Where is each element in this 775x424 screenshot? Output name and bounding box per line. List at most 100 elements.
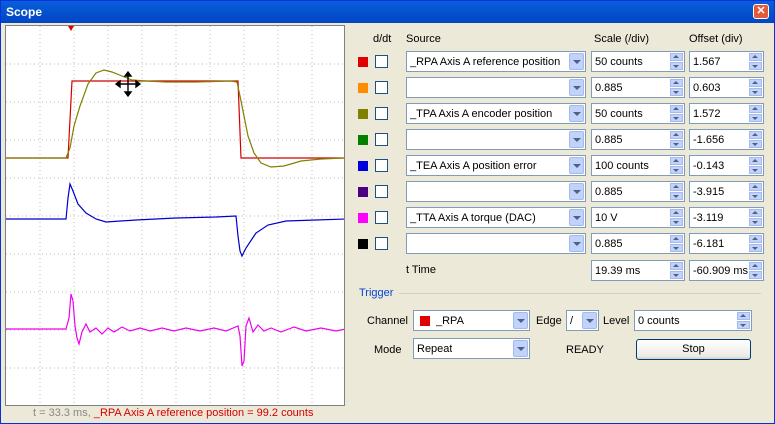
time-offset-value: -60.909 ms — [693, 265, 749, 277]
close-icon[interactable]: ✕ — [753, 4, 769, 19]
mode-select[interactable]: Repeat — [413, 338, 530, 359]
ddt-checkbox[interactable] — [375, 211, 388, 224]
scale-spinner[interactable] — [670, 131, 683, 148]
time-label: t Time — [406, 264, 436, 276]
offset-value: 0.603 — [693, 82, 721, 94]
scale-spinner[interactable] — [670, 183, 683, 200]
source-select[interactable]: _TPA Axis A encoder position — [406, 103, 586, 124]
trigger-channel-swatch — [420, 316, 430, 326]
scale-value: 0.885 — [595, 82, 623, 94]
offset-spinbox[interactable]: -6.181 — [689, 233, 764, 254]
ddt-checkbox[interactable] — [375, 55, 388, 68]
scale-spinbox[interactable]: 0.885 — [591, 77, 685, 98]
chevron-down-icon[interactable] — [513, 312, 528, 329]
offset-spinner[interactable] — [749, 235, 762, 252]
offset-value: -1.656 — [693, 134, 725, 146]
edge-select[interactable]: / — [566, 310, 599, 331]
offset-spinner[interactable] — [749, 183, 762, 200]
scale-spinbox[interactable]: 10 V — [591, 207, 685, 228]
scale-value: 0.885 — [595, 186, 623, 198]
offset-spinner[interactable] — [749, 53, 762, 70]
ddt-checkbox[interactable] — [375, 107, 388, 120]
offset-value: -3.915 — [693, 186, 725, 198]
time-scale-spinner[interactable] — [670, 262, 683, 279]
channel-row: 0.885 -6.181 — [357, 233, 764, 255]
chevron-down-icon[interactable] — [569, 79, 584, 96]
scope-plot[interactable] — [5, 25, 345, 406]
chevron-down-icon[interactable] — [582, 312, 597, 329]
offset-spinbox[interactable]: -1.656 — [689, 129, 764, 150]
offset-spinbox[interactable]: 1.572 — [689, 103, 764, 124]
title-bar[interactable]: Scope ✕ — [1, 1, 774, 23]
offset-spinbox[interactable]: -3.915 — [689, 181, 764, 202]
scale-spinbox[interactable]: 0.885 — [591, 233, 685, 254]
scale-spinbox[interactable]: 100 counts — [591, 155, 685, 176]
scale-spinner[interactable] — [670, 235, 683, 252]
chevron-down-icon[interactable] — [569, 157, 584, 174]
mode-label: Mode — [374, 344, 402, 356]
edge-value: / — [570, 315, 574, 327]
source-select[interactable] — [406, 77, 586, 98]
scale-spinner[interactable] — [670, 157, 683, 174]
stop-button[interactable]: Stop — [636, 339, 751, 360]
header-offset: Offset (div) — [689, 33, 743, 45]
source-select[interactable] — [406, 181, 586, 202]
scope-traces-svg — [6, 26, 344, 405]
scale-spinbox[interactable]: 0.885 — [591, 181, 685, 202]
ddt-checkbox[interactable] — [375, 133, 388, 146]
offset-spinner[interactable] — [749, 131, 762, 148]
trigger-channel-select[interactable]: _RPA — [413, 310, 530, 331]
time-offset-spinner[interactable] — [749, 262, 762, 279]
chevron-down-icon[interactable] — [569, 131, 584, 148]
offset-spinner[interactable] — [749, 79, 762, 96]
trigger-state: READY — [566, 344, 604, 356]
scale-spinbox[interactable]: 50 counts — [591, 103, 685, 124]
offset-spinner[interactable] — [749, 209, 762, 226]
channel-row: _TPA Axis A encoder position 50 counts 1.5… — [357, 103, 764, 125]
offset-spinbox[interactable]: -3.119 — [689, 207, 764, 228]
scale-value: 10 V — [595, 212, 618, 224]
scale-spinner[interactable] — [670, 79, 683, 96]
offset-spinner[interactable] — [749, 157, 762, 174]
time-scale-spinbox[interactable]: 19.39 ms — [591, 260, 685, 281]
chevron-down-icon[interactable] — [569, 53, 584, 70]
offset-spinner[interactable] — [749, 105, 762, 122]
chevron-down-icon[interactable] — [569, 209, 584, 226]
offset-spinbox[interactable]: 1.567 — [689, 51, 764, 72]
chevron-down-icon[interactable] — [569, 235, 584, 252]
level-spinbox[interactable]: 0 counts — [634, 310, 752, 331]
offset-spinbox[interactable]: -0.143 — [689, 155, 764, 176]
offset-value: -3.119 — [693, 212, 724, 224]
header-ddt: d/dt — [373, 33, 392, 45]
channel-color-swatch — [358, 57, 368, 67]
scale-spinbox[interactable]: 50 counts — [591, 51, 685, 72]
source-select[interactable]: _TTA Axis A torque (DAC) — [406, 207, 586, 228]
chevron-down-icon[interactable] — [569, 105, 584, 122]
source-select[interactable] — [406, 129, 586, 150]
level-label: Level — [603, 315, 630, 327]
scale-spinner[interactable] — [670, 105, 683, 122]
offset-value: 1.567 — [693, 56, 721, 68]
window-title: Scope — [6, 5, 43, 19]
ddt-checkbox[interactable] — [375, 159, 388, 172]
scale-spinbox[interactable]: 0.885 — [591, 129, 685, 150]
source-select[interactable] — [406, 233, 586, 254]
time-offset-spinbox[interactable]: -60.909 ms — [689, 260, 764, 281]
trigger-channel-label: Channel — [367, 315, 408, 327]
chevron-down-icon[interactable] — [513, 340, 528, 357]
scale-spinner[interactable] — [670, 209, 683, 226]
scale-spinner[interactable] — [670, 53, 683, 70]
channel-color-swatch — [358, 161, 368, 171]
source-select[interactable]: _RPA Axis A reference position — [406, 51, 586, 72]
chevron-down-icon[interactable] — [569, 183, 584, 200]
scope-grid — [6, 26, 344, 405]
ddt-checkbox[interactable] — [375, 81, 388, 94]
trigger-section-label: Trigger — [359, 287, 394, 299]
ddt-checkbox[interactable] — [375, 237, 388, 250]
level-spinner[interactable] — [737, 312, 750, 329]
status-time: t = 33.3 ms, — [33, 407, 91, 419]
offset-spinbox[interactable]: 0.603 — [689, 77, 764, 98]
source-select[interactable]: _TEA Axis A position error — [406, 155, 586, 176]
header-scale: Scale (/div) — [594, 33, 650, 45]
ddt-checkbox[interactable] — [375, 185, 388, 198]
